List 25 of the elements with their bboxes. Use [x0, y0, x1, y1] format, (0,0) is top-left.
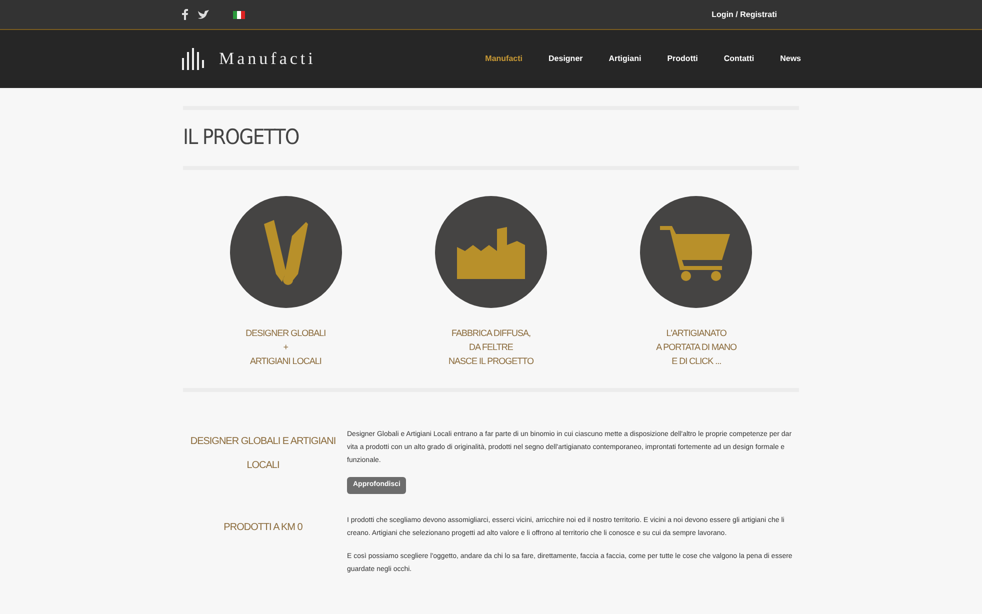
feature-caption: +: [283, 340, 288, 354]
feature-caption: L'ARTIGIANATO: [666, 326, 726, 340]
logo-icon: [181, 48, 207, 70]
nav-link[interactable]: Artigiani: [608, 53, 642, 65]
section-heading: DESIGNER GLOBALI E ARTIGIANI LOCALI: [190, 436, 336, 470]
nav-link[interactable]: Prodotti: [667, 53, 698, 65]
feature-caption: DA FELTRE: [469, 340, 513, 354]
nav-link[interactable]: Contatti: [724, 53, 754, 65]
feature-caption: A PORTATA DI MANO: [656, 340, 736, 354]
logo-text: Manufacti: [219, 48, 316, 70]
factory-icon: [454, 224, 527, 278]
nav-link[interactable]: Designer: [548, 53, 583, 65]
feature-caption: FABBRICA DIFFUSA,: [451, 326, 530, 340]
feature-caption: DESIGNER GLOBALI: [246, 326, 326, 340]
feature-caption: E DI CLICK ...: [672, 354, 722, 368]
feature-caption: NASCE IL PROGETTO: [448, 354, 534, 368]
nav-link[interactable]: Manufacti: [485, 53, 523, 65]
feature-caption: ARTIGIANI LOCALI: [250, 354, 322, 368]
italian-flag-icon[interactable]: [233, 10, 245, 18]
nav-link[interactable]: News: [780, 53, 801, 65]
login-link[interactable]: Login / Registrati: [712, 8, 777, 20]
section-heading: PRODOTTI A KM 0: [224, 522, 302, 532]
facebook-icon[interactable]: [181, 9, 190, 20]
twitter-icon[interactable]: [198, 10, 209, 20]
page-title: IL PROGETTO: [183, 124, 300, 151]
